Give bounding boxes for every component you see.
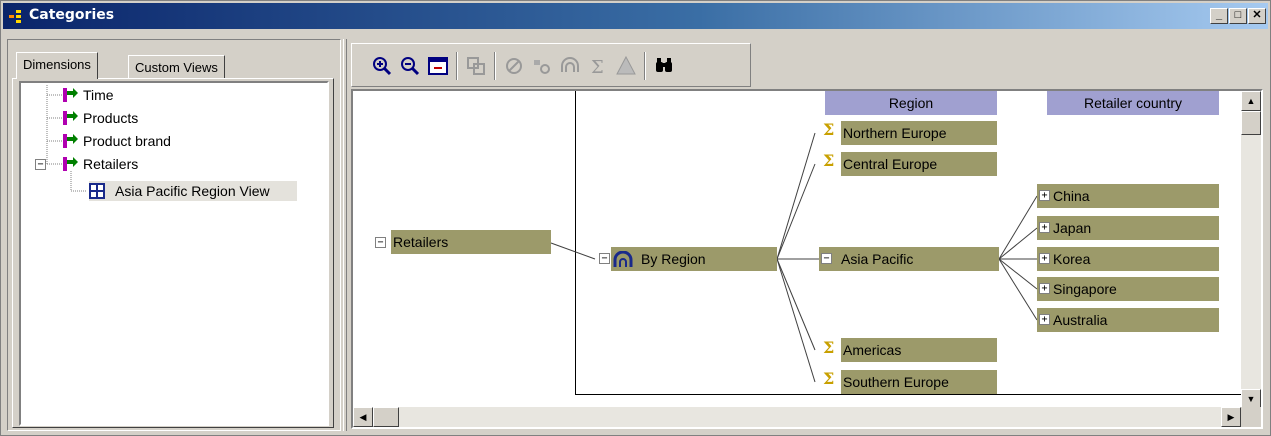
suppress-icon[interactable] <box>530 54 554 78</box>
summary-icon[interactable]: Σ <box>586 54 610 78</box>
node-label: Retailers <box>393 234 449 250</box>
custom-view-grid-icon <box>89 183 105 199</box>
node-label: Asia Pacific <box>841 251 914 267</box>
dimension-icon <box>63 157 78 171</box>
categories-app-icon <box>9 10 21 23</box>
tree-item-label: Retailers <box>83 156 139 172</box>
categories-window: Categories _ □ ✕ Dimensions Custom Views… <box>0 0 1271 436</box>
scrollbar-corner <box>1241 407 1261 427</box>
triangle-icon[interactable] <box>614 54 638 78</box>
close-button[interactable]: ✕ <box>1248 8 1266 24</box>
node-label: Singapore <box>1053 281 1117 297</box>
scroll-right-arrow-icon[interactable]: ▶ <box>1221 407 1241 427</box>
scroll-left-arrow-icon[interactable]: ◀ <box>353 407 373 427</box>
region-column-header: Region <box>825 91 997 115</box>
collapse-by-region-toggle[interactable]: − <box>599 253 610 264</box>
svg-text:Σ: Σ <box>591 57 604 78</box>
region-node-asia-pacific[interactable]: Asia Pacific <box>819 247 999 271</box>
node-label: Korea <box>1053 251 1091 267</box>
tab-dimensions[interactable]: Dimensions <box>16 52 98 79</box>
tab-custom-views[interactable]: Custom Views <box>128 55 225 79</box>
country-node-china[interactable]: China <box>1037 184 1219 208</box>
node-label: Northern Europe <box>843 125 947 141</box>
toolbar: Σ <box>351 43 751 87</box>
collapse-asia-pacific-toggle[interactable]: − <box>821 253 832 264</box>
retailer-country-column-header: Retailer country <box>1047 91 1219 115</box>
node-label: By Region <box>641 251 706 267</box>
node-label: Japan <box>1053 220 1092 236</box>
zoom-out-icon[interactable] <box>398 54 422 78</box>
expand-australia-toggle[interactable]: + <box>1039 314 1050 325</box>
zoom-in-icon[interactable] <box>370 54 394 78</box>
country-node-australia[interactable]: Australia <box>1037 308 1219 332</box>
title-bar[interactable]: Categories _ □ ✕ <box>3 3 1268 29</box>
node-label: Southern Europe <box>843 374 949 390</box>
horizontal-scroll-thumb[interactable] <box>373 407 399 427</box>
window-title: Categories <box>29 7 115 23</box>
region-node-northern-europe[interactable]: Northern Europe <box>841 121 997 145</box>
summary-sigma-icon: Σ <box>823 151 835 170</box>
expand-korea-toggle[interactable]: + <box>1039 253 1050 264</box>
horizontal-scrollbar[interactable]: ◀ ▶ <box>353 407 1241 427</box>
toolbar-separator <box>494 52 496 80</box>
vertical-scroll-thumb[interactable] <box>1241 111 1261 135</box>
collapse-retailers-node-toggle[interactable]: − <box>375 237 386 248</box>
expand-china-toggle[interactable]: + <box>1039 190 1050 201</box>
right-pane: Σ Region Retailer country − Retailers − … <box>349 39 1266 431</box>
tree-item-label: Asia Pacific Region View <box>115 183 270 199</box>
tree-item-label: Products <box>83 110 139 126</box>
toolbar-separator <box>644 52 646 80</box>
node-label: China <box>1053 188 1090 204</box>
tree-item-asia-pacific-region-view[interactable]: Asia Pacific Region View <box>89 181 297 201</box>
hierarchy-icon[interactable] <box>558 54 582 78</box>
region-node-central-europe[interactable]: Central Europe <box>841 152 997 176</box>
dimension-icon <box>63 111 78 125</box>
copy-icon[interactable] <box>464 54 488 78</box>
retailers-node[interactable]: Retailers <box>391 230 551 254</box>
by-region-node[interactable]: By Region <box>611 247 777 271</box>
country-node-korea[interactable]: Korea <box>1037 247 1219 271</box>
dimension-icon <box>63 88 78 102</box>
country-node-japan[interactable]: Japan <box>1037 216 1219 240</box>
fit-to-window-icon[interactable] <box>426 54 450 78</box>
summary-sigma-icon: Σ <box>823 369 835 388</box>
summary-sigma-icon: Σ <box>823 120 835 139</box>
dimension-tree[interactable]: Time Products Product brand − Retailers … <box>19 81 329 426</box>
dimension-icon <box>63 134 78 148</box>
diagram-canvas[interactable]: Region Retailer country − Retailers − By… <box>351 89 1263 429</box>
pane-splitter[interactable] <box>343 39 347 431</box>
scroll-up-arrow-icon[interactable]: ▲ <box>1241 91 1261 111</box>
node-label: Central Europe <box>843 156 938 172</box>
region-node-americas[interactable]: Americas <box>841 338 997 362</box>
collapse-retailers-toggle[interactable]: − <box>35 159 46 170</box>
toolbar-separator <box>456 52 458 80</box>
minimize-button[interactable]: _ <box>1210 8 1228 24</box>
vertical-scrollbar[interactable]: ▲ ▼ <box>1241 91 1261 409</box>
expand-japan-toggle[interactable]: + <box>1039 222 1050 233</box>
find-icon[interactable] <box>652 54 676 78</box>
expand-singapore-toggle[interactable]: + <box>1039 283 1050 294</box>
region-node-southern-europe[interactable]: Southern Europe <box>841 370 997 394</box>
country-node-singapore[interactable]: Singapore <box>1037 277 1219 301</box>
scroll-down-arrow-icon[interactable]: ▼ <box>1241 389 1261 409</box>
tree-item-label: Time <box>83 87 114 103</box>
node-label: Australia <box>1053 312 1108 328</box>
summary-sigma-icon: Σ <box>823 338 835 357</box>
maximize-button[interactable]: □ <box>1229 8 1247 24</box>
node-label: Americas <box>843 342 902 358</box>
exclude-icon[interactable] <box>502 54 526 78</box>
tree-item-label: Product brand <box>83 133 171 149</box>
hierarchy-icon <box>613 251 633 267</box>
